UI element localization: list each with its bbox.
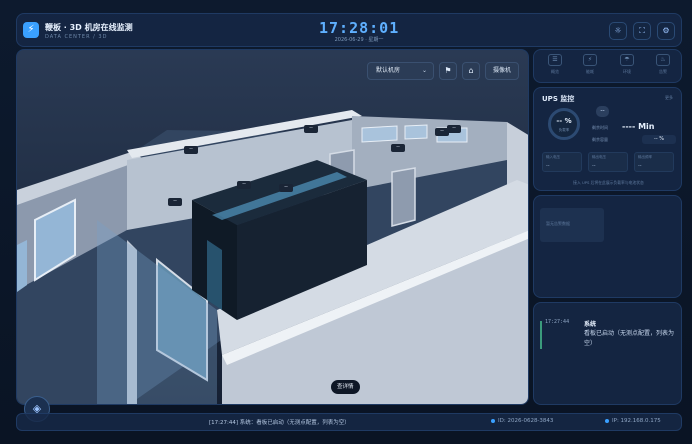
log-panel: 17:27:44 系统 看板已启动（无测点配置，列表为空） (533, 302, 682, 405)
room-select-value: 默认机房 (376, 67, 401, 74)
camera-button[interactable]: 摄像机 (485, 62, 519, 80)
tab-alarm[interactable]: ♨ 告警 (648, 54, 678, 75)
window-edge (17, 240, 27, 292)
sensor-tag[interactable]: -- (237, 181, 251, 189)
home-icon[interactable]: ⌂ (462, 62, 480, 80)
app-root: ⚡ 鞭板 · 3D 机房在线监测 DATA CENTER / 3D 17:28:… (0, 0, 692, 444)
session-id: ID: 2026-0628-3843 (491, 418, 553, 424)
tab-overview[interactable]: ☰ 概览 (540, 54, 570, 75)
energy-icon: ⚡ (583, 54, 597, 66)
door-right (391, 167, 416, 227)
ups-status-badge: -- (596, 106, 609, 117)
status-message: [17:27:44] 系统：看板已启动（无测点配置，列表为空） (209, 420, 350, 426)
ups-more-link[interactable]: 更多 (665, 95, 673, 101)
id-dot-icon (491, 418, 495, 423)
tab-label: 概览 (551, 69, 559, 74)
app-subtitle: DATA CENTER / 3D (45, 34, 108, 40)
3d-viewport[interactable]: -- -- -- -- -- -- -- -- 默认机房 ⌄ ⚑ ⌂ 摄像机 查… (16, 49, 529, 405)
ups-metric-cell: 输出频率 -- (634, 152, 674, 172)
ups-hint: 接入 UPS 后将在此展示负载率与电池状态 (573, 180, 644, 185)
nav-panel: ☰ 概览 ⚡ 能耗 ☂ 环境 ♨ 告警 (533, 49, 682, 83)
fullscreen-icon[interactable]: ⛶ (633, 22, 651, 40)
window-back-2 (404, 124, 428, 140)
metric-label: 输出频率 (638, 155, 652, 159)
bookmark-icon[interactable]: ⚑ (439, 62, 457, 80)
window-back-1 (361, 125, 398, 143)
log-indicator (540, 321, 542, 349)
metric-label: 输入电压 (546, 155, 560, 159)
alarm-panel: 暂无告警数据 (533, 195, 682, 298)
log-source: 系统 (584, 321, 597, 328)
runtime-label: 剩余时间 (592, 125, 608, 130)
sun-icon[interactable]: ☼ (609, 22, 627, 40)
runtime-value: ---- Min (622, 122, 655, 131)
clock-time: 17:28:01 (319, 19, 400, 37)
rack-glow (207, 240, 222, 310)
session-id-text: ID: 2026-0628-3843 (498, 418, 554, 424)
status-bar: [17:27:44] 系统：看板已启动（无测点配置，列表为空） ID: 2026… (16, 413, 682, 431)
sensor-tag[interactable]: -- (184, 146, 198, 154)
log-message: 看板已启动（无测点配置，列表为空） (584, 330, 675, 347)
ups-panel: UPS 监控 更多 -- % 负载率 -- 剩余时间 ---- Min 剩余容量… (533, 87, 682, 191)
ip-dot-icon (605, 418, 609, 423)
ip-address: IP: 192.168.0.175 (605, 418, 661, 424)
top-bar: ⚡ 鞭板 · 3D 机房在线监测 DATA CENTER / 3D 17:28:… (16, 13, 682, 47)
sensor-tag[interactable]: -- (447, 125, 461, 133)
detail-button[interactable]: 查详情 (331, 380, 360, 394)
log-time: 17:27:44 (545, 319, 570, 325)
metric-value: -- (638, 163, 642, 169)
logo-icon: ⚡ (23, 22, 39, 38)
environment-icon: ☂ (620, 54, 634, 66)
room-select[interactable]: 默认机房 ⌄ (367, 62, 434, 80)
metric-value: -- (592, 163, 596, 169)
ups-title: UPS 监控 (542, 95, 575, 103)
sensor-tag[interactable]: -- (279, 184, 293, 192)
ups-metric-cell: 输出电压 -- (588, 152, 628, 172)
view-toolbar: 默认机房 ⌄ ⚑ ⌂ 摄像机 (367, 62, 519, 80)
tab-label: 环境 (623, 69, 631, 74)
sensor-tag[interactable]: -- (391, 144, 405, 152)
gauge-label: 负载率 (558, 128, 570, 132)
tab-energy[interactable]: ⚡ 能耗 (575, 54, 605, 75)
alarm-icon: ♨ (656, 54, 670, 66)
alarm-empty-text: 暂无告警数据 (546, 221, 570, 226)
sensor-tag[interactable]: -- (304, 125, 318, 133)
app-title: 鞭板 · 3D 机房在线监测 (45, 23, 133, 32)
ups-metric-cell: 输入电压 -- (542, 152, 582, 172)
metric-label: 输出电压 (592, 155, 606, 159)
tab-label: 告警 (659, 69, 667, 74)
capacity-label: 剩余容量 (592, 137, 608, 142)
sensor-tag[interactable]: -- (168, 198, 182, 206)
alarm-empty-box: 暂无告警数据 (540, 208, 604, 242)
clock-date: 2026-06-29 · 星期一 (334, 37, 384, 43)
gear-icon[interactable]: ⚙ (657, 22, 675, 40)
overview-icon: ☰ (548, 54, 562, 66)
room-scene (17, 110, 528, 404)
gauge-value: -- % (556, 117, 572, 125)
tab-label: 能耗 (586, 69, 594, 74)
ip-text: IP: 192.168.0.175 (612, 418, 661, 424)
chevron-down-icon: ⌄ (421, 67, 427, 74)
capacity-value: -- % (642, 135, 676, 144)
ups-load-gauge: -- % 负载率 (548, 108, 580, 140)
tab-environment[interactable]: ☂ 环境 (612, 54, 642, 75)
metric-value: -- (546, 163, 550, 169)
